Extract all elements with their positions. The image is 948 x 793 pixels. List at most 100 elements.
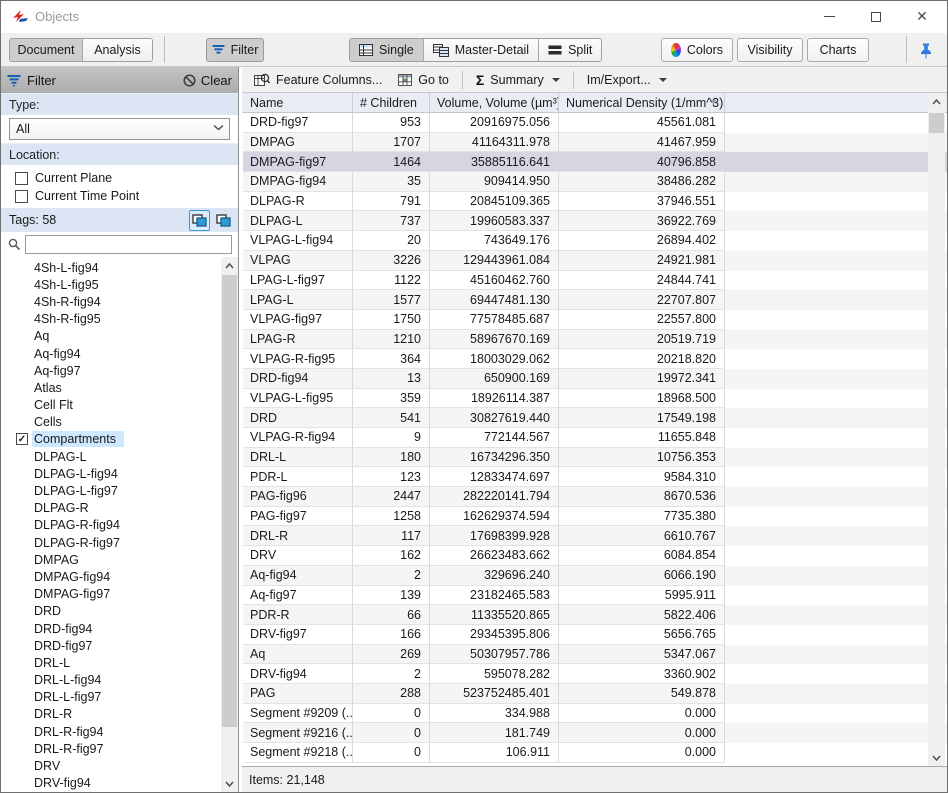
table-cell[interactable]: 18926114.387 xyxy=(430,389,559,409)
table-row[interactable]: PDR-L12312833474.6979584.310 xyxy=(243,467,947,487)
column-header-children[interactable]: # Children xyxy=(353,93,430,112)
tag-item[interactable]: DRL-L-fig94 xyxy=(1,672,220,689)
tag-item[interactable]: DLPAG-L xyxy=(1,448,220,465)
tag-item[interactable]: DRL-R-fig97 xyxy=(1,740,220,757)
tag-item[interactable]: DMPAG-fig97 xyxy=(1,586,220,603)
table-cell[interactable]: LPAG-R xyxy=(243,330,353,350)
table-cell[interactable]: LPAG-L-fig97 xyxy=(243,271,353,291)
table-cell[interactable]: 772144.567 xyxy=(430,428,559,448)
tag-item[interactable]: 4Sh-L-fig94 xyxy=(1,259,220,276)
table-cell[interactable]: 17698399.928 xyxy=(430,526,559,546)
table-scrollbar[interactable] xyxy=(928,93,945,766)
table-cell[interactable]: 2 xyxy=(353,566,430,586)
charts-button[interactable]: Charts xyxy=(807,38,869,62)
table-cell[interactable]: 117 xyxy=(353,526,430,546)
current-plane-checkbox[interactable] xyxy=(15,172,28,185)
table-cell[interactable]: 5656.765 xyxy=(559,625,725,645)
table-cell[interactable]: DMPAG-fig94 xyxy=(243,172,353,192)
table-cell[interactable]: DMPAG-fig97 xyxy=(243,152,353,172)
tags-clear-all-button[interactable] xyxy=(213,210,234,231)
table-cell[interactable]: DRD-fig97 xyxy=(243,113,353,133)
table-cell[interactable]: LPAG-L xyxy=(243,290,353,310)
table-row[interactable]: DRV-fig942595078.2823360.902 xyxy=(243,664,947,684)
table-row[interactable]: DRV16226623483.6626084.854 xyxy=(243,546,947,566)
visibility-button[interactable]: Visibility xyxy=(737,38,803,62)
tag-item[interactable]: Aq-fig97 xyxy=(1,362,220,379)
tag-item[interactable]: DRD-fig97 xyxy=(1,637,220,654)
table-cell[interactable]: 77578485.687 xyxy=(430,310,559,330)
table-cell[interactable]: 50307957.786 xyxy=(430,645,559,665)
table-row[interactable]: Aq-fig942329696.2406066.190 xyxy=(243,566,947,586)
tags-scrollbar[interactable] xyxy=(221,257,238,792)
table-cell[interactable]: 69447481.130 xyxy=(430,290,559,310)
table-cell[interactable]: 162 xyxy=(353,546,430,566)
table-row[interactable]: LPAG-R121058967670.16920519.719 xyxy=(243,330,947,350)
tag-item[interactable]: DMPAG xyxy=(1,551,220,568)
tag-item[interactable]: DLPAG-L-fig97 xyxy=(1,482,220,499)
table-row[interactable]: Aq26950307957.7865347.067 xyxy=(243,645,947,665)
tag-item[interactable]: DRD-fig94 xyxy=(1,620,220,637)
table-cell[interactable]: 29345395.806 xyxy=(430,625,559,645)
table-row[interactable]: DMPAG-fig9435909414.95038486.282 xyxy=(243,172,947,192)
tag-item[interactable]: 4Sh-L-fig95 xyxy=(1,276,220,293)
table-cell[interactable]: DMPAG xyxy=(243,133,353,153)
table-cell[interactable]: DLPAG-R xyxy=(243,192,353,212)
table-cell[interactable]: 37946.551 xyxy=(559,192,725,212)
table-cell[interactable]: 24921.981 xyxy=(559,251,725,271)
table-cell[interactable]: 1464 xyxy=(353,152,430,172)
table-cell[interactable]: 41164311.978 xyxy=(430,133,559,153)
table-row[interactable]: DMPAG-fig97146435885116.64140796.858 xyxy=(243,152,947,172)
table-cell[interactable]: 791 xyxy=(353,192,430,212)
table-cell[interactable]: 7735.380 xyxy=(559,507,725,527)
table-row[interactable]: VLPAG-fig97175077578485.68722557.800 xyxy=(243,310,947,330)
table-cell[interactable]: 9584.310 xyxy=(559,467,725,487)
table-cell[interactable]: 1258 xyxy=(353,507,430,527)
table-cell[interactable]: 16734296.350 xyxy=(430,448,559,468)
table-row[interactable]: PAG288523752485.401549.878 xyxy=(243,684,947,704)
table-cell[interactable]: 6084.854 xyxy=(559,546,725,566)
tag-item[interactable]: Atlas xyxy=(1,379,220,396)
table-cell[interactable]: VLPAG xyxy=(243,251,353,271)
table-cell[interactable]: DRL-L xyxy=(243,448,353,468)
table-cell[interactable]: PDR-L xyxy=(243,467,353,487)
table-cell[interactable]: 3226 xyxy=(353,251,430,271)
table-cell[interactable]: 26894.402 xyxy=(559,231,725,251)
table-cell[interactable]: Aq-fig94 xyxy=(243,566,353,586)
table-cell[interactable]: 180 xyxy=(353,448,430,468)
table-cell[interactable]: PAG-fig97 xyxy=(243,507,353,527)
table-cell[interactable]: 19972.341 xyxy=(559,369,725,389)
table-cell[interactable]: 45561.081 xyxy=(559,113,725,133)
table-cell[interactable]: 106.911 xyxy=(430,743,559,763)
tag-item[interactable]: DRL-R-fig94 xyxy=(1,723,220,740)
table-cell[interactable]: 3360.902 xyxy=(559,664,725,684)
analysis-tab[interactable]: Analysis xyxy=(82,39,152,61)
tags-search-input[interactable] xyxy=(25,235,232,254)
tags-select-all-button[interactable] xyxy=(189,210,210,231)
table-row[interactable]: Segment #9216 (...0181.7490.000 xyxy=(243,723,947,743)
table-cell[interactable]: 523752485.401 xyxy=(430,684,559,704)
table-row[interactable]: DRD54130827619.44017549.198 xyxy=(243,408,947,428)
table-cell[interactable]: PAG-fig96 xyxy=(243,487,353,507)
table-cell[interactable]: 0 xyxy=(353,723,430,743)
table-cell[interactable]: 5995.911 xyxy=(559,586,725,606)
table-cell[interactable]: 8670.536 xyxy=(559,487,725,507)
table-row[interactable]: VLPAG-L-fig9535918926114.38718968.500 xyxy=(243,389,947,409)
table-cell[interactable]: 40796.858 xyxy=(559,152,725,172)
table-row[interactable]: Segment #9209 (...0334.9880.000 xyxy=(243,704,947,724)
table-cell[interactable]: 737 xyxy=(353,211,430,231)
table-row[interactable]: PAG-fig971258162629374.5947735.380 xyxy=(243,507,947,527)
table-cell[interactable]: 41467.959 xyxy=(559,133,725,153)
table-cell[interactable]: 0.000 xyxy=(559,743,725,763)
table-cell[interactable]: 24844.741 xyxy=(559,271,725,291)
table-cell[interactable]: 35 xyxy=(353,172,430,192)
table-cell[interactable]: 595078.282 xyxy=(430,664,559,684)
table-cell[interactable]: 23182465.583 xyxy=(430,586,559,606)
table-cell[interactable]: 5822.406 xyxy=(559,605,725,625)
tag-item[interactable]: DLPAG-R-fig94 xyxy=(1,517,220,534)
scroll-down-icon[interactable] xyxy=(221,775,238,792)
scroll-down-icon[interactable] xyxy=(928,749,945,766)
tag-item[interactable]: 4Sh-R-fig94 xyxy=(1,293,220,310)
im-export-button[interactable]: Im/Export... xyxy=(582,71,672,89)
scrollbar-thumb[interactable] xyxy=(929,113,944,133)
table-cell[interactable]: VLPAG-L-fig95 xyxy=(243,389,353,409)
